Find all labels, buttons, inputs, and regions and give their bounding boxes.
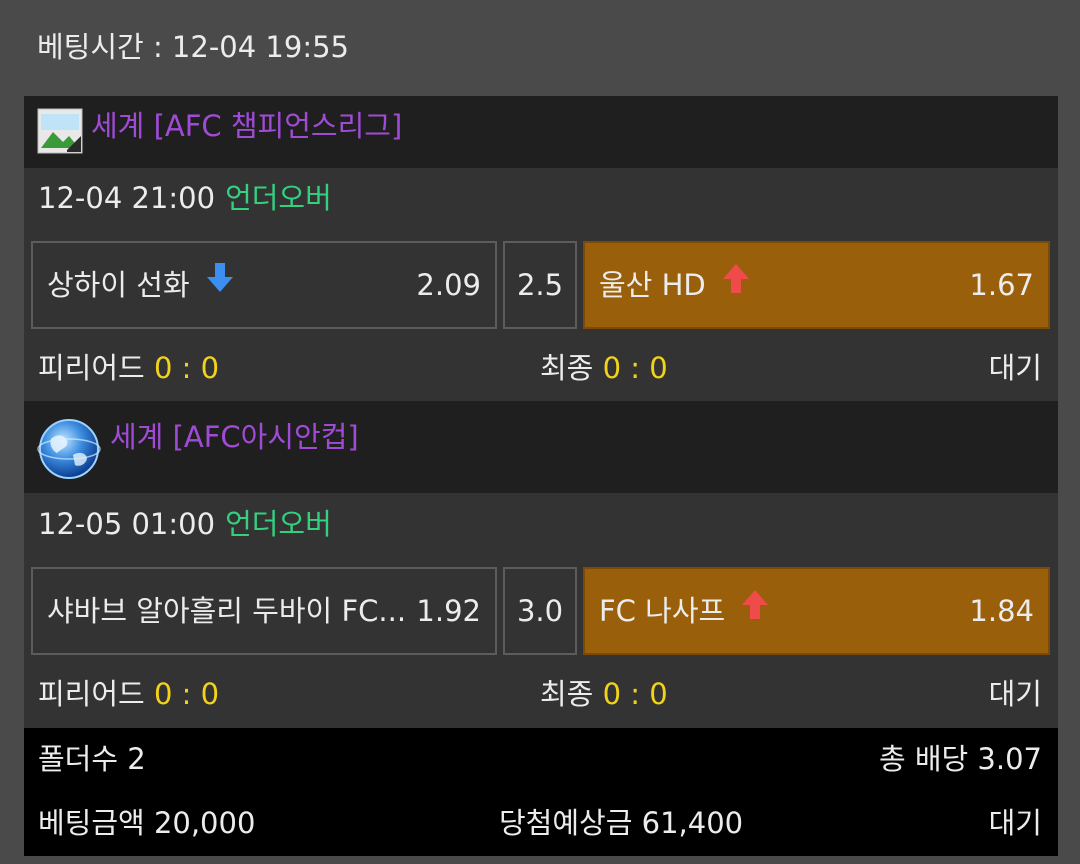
home-odds: 1.92 [416, 594, 481, 628]
league-header: 세계 [AFC 챔피언스리그] [24, 96, 1058, 168]
away-odds-button[interactable]: FC 나사프 1.84 [583, 567, 1050, 655]
match-status: 대기 [988, 351, 1042, 385]
match-time-row: 12-05 01:00 언더오버 [24, 496, 1058, 552]
broken-image-icon [37, 108, 83, 161]
league-name: 세계 [AFC 챔피언스리그] [91, 109, 403, 143]
arrow-up-icon [741, 567, 769, 651]
match-status: 대기 [988, 677, 1042, 711]
away-odds: 1.67 [969, 268, 1034, 302]
total-odds: 총 배당 3.07 [878, 742, 1042, 776]
away-odds: 1.84 [969, 594, 1034, 628]
period-score: 피리어드 0 : 0 [38, 677, 220, 711]
league-name: 세계 [AFC아시안컵] [110, 420, 359, 454]
bet-slip: 세계 [AFC 챔피언스리그] 12-04 21:00 언더오버 상하이 선화 2… [24, 96, 1058, 856]
away-team: 울산 HD [599, 243, 750, 329]
score-row: 피리어드 0 : 0 최종 0 : 0 대기 [24, 661, 1058, 727]
home-odds-button[interactable]: 상하이 선화 2.09 [31, 241, 497, 329]
league-header: 세계 [AFC아시안컵] [24, 401, 1058, 493]
handicap-line: 3.0 [503, 567, 577, 655]
match-time: 12-04 21:00 [38, 181, 216, 215]
match-time-row: 12-04 21:00 언더오버 [24, 170, 1058, 226]
bet-amount: 베팅금액 20,000 [38, 806, 256, 840]
home-team: 샤바브 알아흘리 두바이 FC... [47, 594, 407, 628]
bet-type: 언더오버 [225, 507, 332, 541]
home-team: 상하이 선화 [47, 243, 234, 329]
home-odds: 2.09 [416, 268, 481, 302]
expected-win: 당첨예상금 61,400 [499, 806, 744, 840]
away-team: FC 나사프 [599, 569, 769, 655]
arrow-down-icon [206, 241, 234, 325]
line-value: 2.5 [516, 268, 564, 302]
final-score: 최종 0 : 0 [540, 677, 668, 711]
home-odds-button[interactable]: 샤바브 알아흘리 두바이 FC... 1.92 [31, 567, 497, 655]
summary-status: 대기 [988, 806, 1042, 840]
score-row: 피리어드 0 : 0 최종 0 : 0 대기 [24, 335, 1058, 401]
line-value: 3.0 [516, 594, 564, 628]
away-odds-button[interactable]: 울산 HD 1.67 [583, 241, 1050, 329]
bet-summary: 폴더수 2 총 배당 3.07 베팅금액 20,000 당첨예상금 61,400… [24, 728, 1058, 856]
folder-count: 폴더수 2 [38, 742, 146, 776]
handicap-line: 2.5 [503, 241, 577, 329]
bet-type: 언더오버 [225, 181, 332, 215]
final-score: 최종 0 : 0 [540, 351, 668, 385]
period-score: 피리어드 0 : 0 [38, 351, 220, 385]
bet-time: 베팅시간 : 12-04 19:55 [37, 30, 349, 64]
globe-icon [37, 417, 101, 488]
match-time: 12-05 01:00 [38, 507, 216, 541]
arrow-up-icon [722, 241, 750, 325]
